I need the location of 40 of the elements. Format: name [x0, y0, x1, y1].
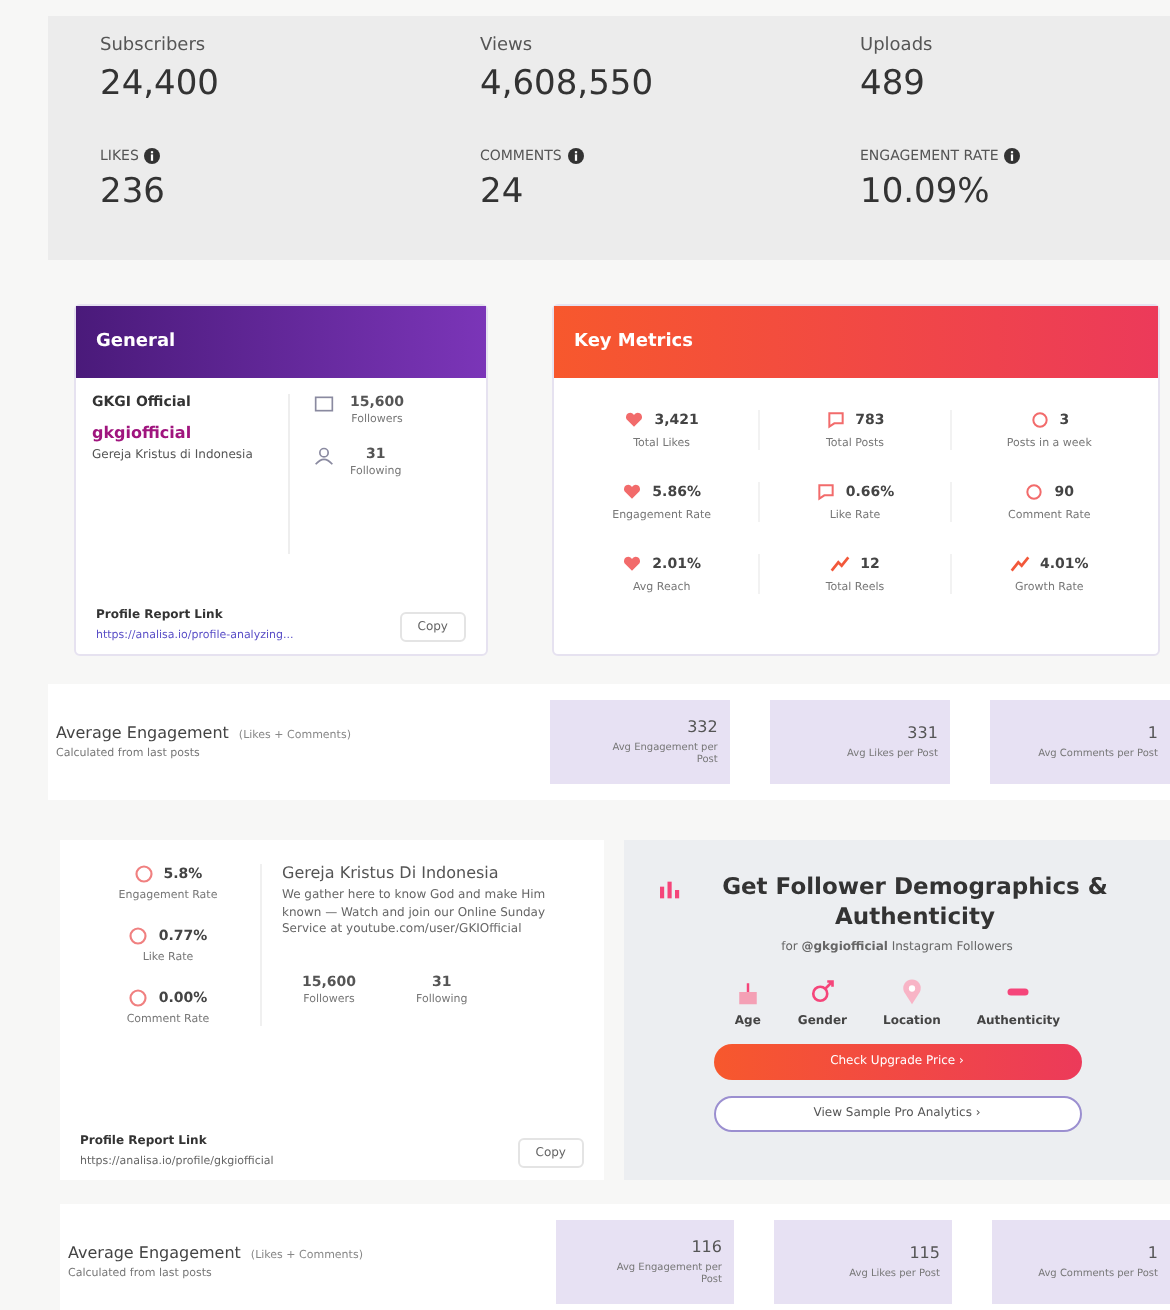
circle-icon [128, 926, 149, 946]
stat-value: 116 [691, 1238, 722, 1256]
cake-icon [733, 977, 762, 1006]
stat-value: 10.09% [860, 172, 992, 212]
info-icon [567, 148, 584, 164]
stat-value: 331 [907, 724, 938, 742]
gender-icon [808, 977, 837, 1006]
stat-value: 24 [480, 172, 526, 212]
chat-icon [815, 482, 836, 502]
stat-label: Subscribers [100, 36, 206, 56]
info-icon [1004, 148, 1021, 164]
stat-value: 1 [1147, 724, 1158, 742]
chat-icon [825, 410, 846, 430]
stat-value: 24,400 [100, 64, 221, 104]
trend-icon [1010, 554, 1030, 574]
stat-value: 115 [909, 1244, 940, 1262]
stat-value: 4,608,550 [480, 64, 656, 104]
card-title: Key Metrics [574, 332, 693, 352]
heart-icon [622, 554, 643, 574]
heart-icon [624, 410, 645, 430]
stat-label: Views [480, 36, 533, 56]
circle-icon [128, 988, 149, 1008]
engagement-title: Average Engagement [56, 724, 229, 742]
stat-label: Uploads [860, 36, 933, 56]
stat-value: 332 [687, 718, 718, 736]
stat-value: 1 [1147, 1244, 1158, 1262]
user-icon [314, 446, 334, 466]
circle-icon [133, 864, 154, 884]
promo-title: Get Follower Demographics & Authenticity [720, 872, 1110, 932]
stat-value: 236 [100, 172, 167, 212]
engagement-title: Average Engagement [68, 1244, 241, 1262]
bar-chart-icon [657, 880, 681, 900]
trend-icon [830, 554, 851, 574]
heart-icon [622, 482, 643, 502]
info-icon [144, 148, 161, 164]
profile-name: Gereja Kristus Di Indonesia [282, 864, 501, 882]
card-title: General [96, 332, 176, 352]
stat-value: 489 [860, 64, 927, 104]
account-handle[interactable]: gkgiofficial [92, 424, 288, 442]
pin-icon [897, 977, 926, 1006]
